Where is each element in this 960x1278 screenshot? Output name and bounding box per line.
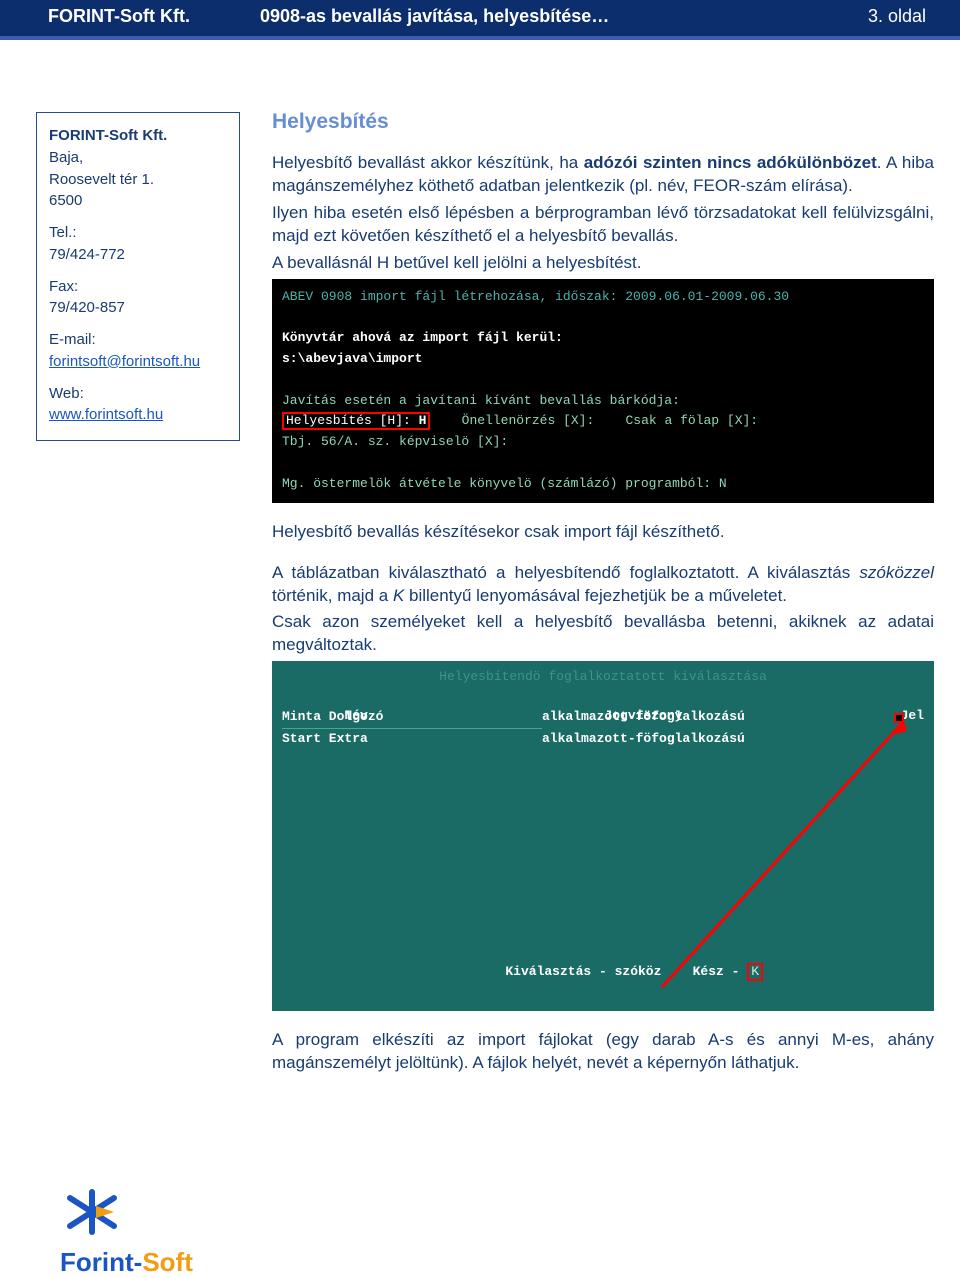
web-link[interactable]: www.forintsoft.hu [49, 406, 163, 423]
logo-text: Forint-Soft [60, 1247, 193, 1278]
paragraph-3: A bevallásnál H betűvel kell jelölni a h… [272, 252, 934, 275]
term2-rows: Minta Dolgozóalkalmazott-föfoglalkozású … [282, 707, 745, 750]
paragraph-6: Csak azon személyeket kell a helyesbítő … [272, 611, 934, 657]
selection-marker-icon [894, 713, 904, 723]
sidebar-address-2: Roosevelt tér 1. [49, 169, 227, 191]
fax-value: 79/420-857 [49, 297, 227, 319]
terminal-screenshot-2: Helyesbítendö foglalkoztatott kiválasztá… [272, 661, 934, 1011]
logo: Forint-Soft [60, 1188, 193, 1278]
header-company: FORINT-Soft Kft. [48, 6, 190, 27]
main-content: Helyesbítés Helyesbítő bevallást akkor k… [272, 40, 934, 1075]
logo-star-icon [60, 1188, 124, 1236]
paragraph-5: A táblázatban kiválasztható a helyesbíte… [272, 562, 934, 608]
tel-label: Tel.: [49, 222, 227, 244]
email-link[interactable]: forintsoft@forintsoft.hu [49, 353, 200, 370]
paragraph-2: Ilyen hiba esetén első lépésben a bérpro… [272, 202, 934, 248]
email-label: E-mail: [49, 329, 227, 351]
sidebar-address-1: Baja, [49, 147, 227, 169]
tel-value: 79/424-772 [49, 244, 227, 266]
paragraph-7: A program elkészíti az import fájlokat (… [272, 1029, 934, 1075]
sidebar-company: FORINT-Soft Kft. [49, 125, 227, 147]
terminal-screenshot-1: ABEV 0908 import fájl létrehozása, idősz… [272, 279, 934, 503]
sidebar-address-3: 6500 [49, 190, 227, 212]
term2-footer: Kiválasztás - szóköz Kész - K [272, 941, 934, 1003]
contact-sidebar: FORINT-Soft Kft. Baja, Roosevelt tér 1. … [36, 112, 240, 441]
paragraph-1: Helyesbítő bevallást akkor készítünk, ha… [272, 152, 934, 198]
header-pager: 3. oldal [868, 6, 926, 27]
header-title: 0908-as bevallás javítása, helyesbítése… [260, 6, 609, 27]
web-label: Web: [49, 383, 227, 405]
page-header: FORINT-Soft Kft. 0908-as bevallás javítá… [0, 0, 960, 40]
paragraph-4: Helyesbítő bevallás készítésekor csak im… [272, 521, 934, 544]
section-title: Helyesbítés [272, 110, 934, 134]
fax-label: Fax: [49, 276, 227, 298]
